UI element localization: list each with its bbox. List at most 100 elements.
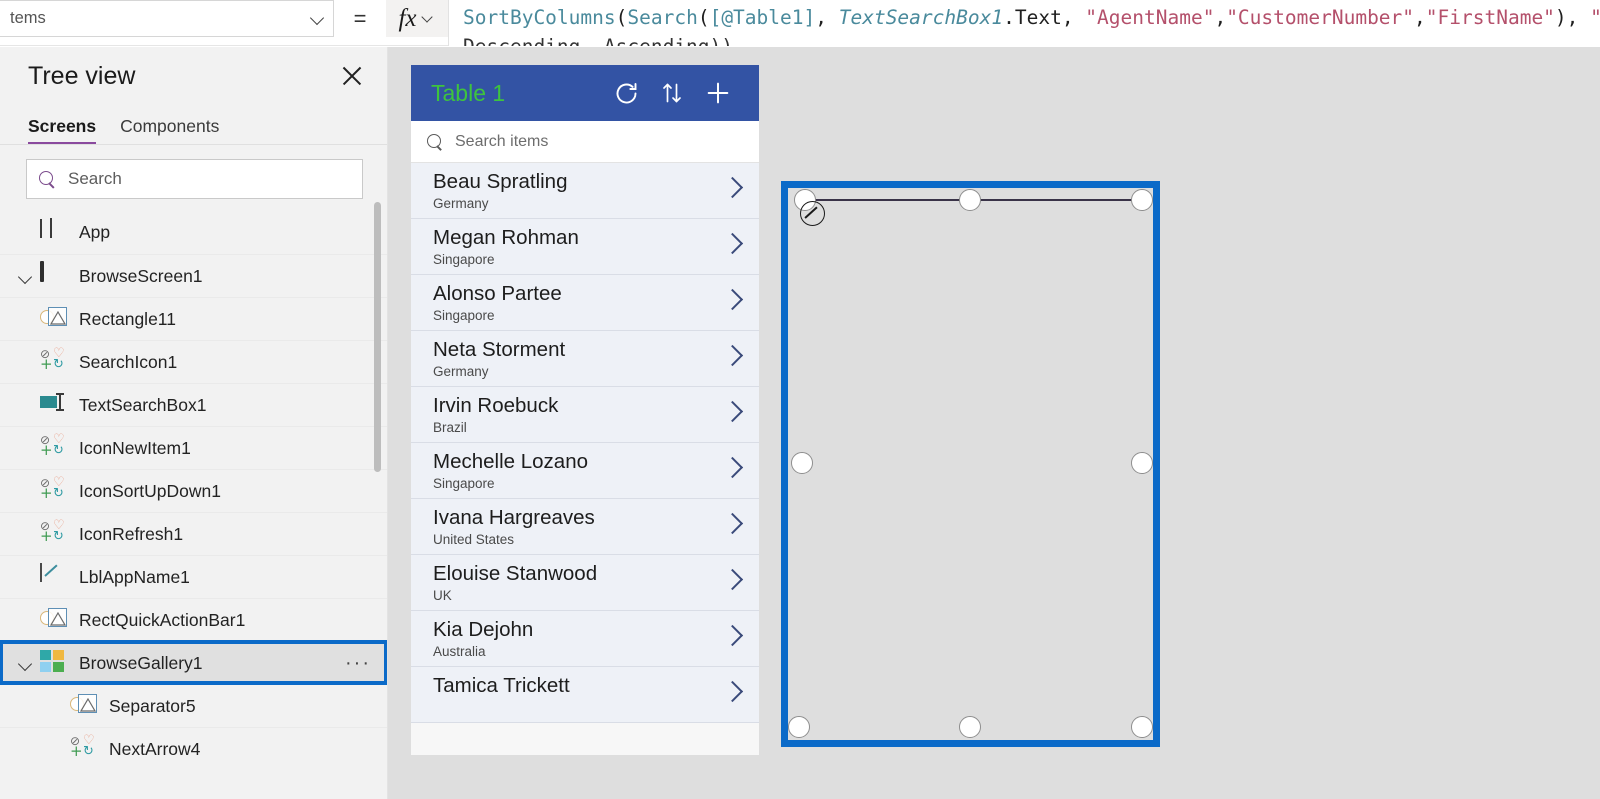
- page-title: Tree view: [28, 61, 136, 90]
- gallery-item-text: Alonso Partee Singapore: [433, 280, 723, 325]
- gallery-list-item[interactable]: Ivana Hargreaves United States: [411, 499, 759, 555]
- next-arrow-icon[interactable]: [723, 450, 745, 486]
- tab-screens[interactable]: Screens: [28, 116, 97, 144]
- gallery-list-item[interactable]: Megan Rohman Singapore: [411, 219, 759, 275]
- formula-line-1: SortByColumns(Search([@Table1], TextSear…: [463, 3, 1600, 32]
- next-arrow-icon[interactable]: [723, 562, 745, 598]
- next-arrow-icon[interactable]: [723, 394, 745, 430]
- gallery-item-text: Beau Spratling Germany: [433, 168, 723, 213]
- tree-item-rectangle11[interactable]: Rectangle11: [0, 297, 387, 340]
- tree-item-iconnewitem1[interactable]: ⊘ ♡ + ↻ IconNewItem1: [0, 426, 387, 469]
- tree-item-app[interactable]: App: [0, 211, 387, 254]
- next-arrow-icon[interactable]: [723, 506, 745, 542]
- gallery-item-country: Singapore: [433, 252, 495, 267]
- resize-handle-bottom-right[interactable]: [1131, 716, 1153, 738]
- gallery-item-name: Mechelle Lozano: [433, 450, 588, 473]
- app-icon: [40, 218, 70, 246]
- tree-item-separator5[interactable]: Separator5: [0, 684, 387, 727]
- resize-handle-top-center[interactable]: [959, 189, 981, 211]
- tree-item-browsegallery1[interactable]: BrowseGallery1 ···: [0, 640, 387, 685]
- next-arrow-icon[interactable]: [723, 618, 745, 654]
- next-arrow-icon[interactable]: [723, 170, 745, 206]
- gallery-list-item[interactable]: Tamica Trickett: [411, 667, 759, 723]
- chevron-down-icon[interactable]: [14, 255, 40, 298]
- fx-button[interactable]: fx: [386, 0, 448, 37]
- tree-item-nextarrow4[interactable]: ⊘ ♡ + ↻ NextArrow4: [0, 727, 387, 770]
- app-search-placeholder: Search items: [455, 132, 549, 150]
- sort-updown-icon[interactable]: [649, 70, 695, 116]
- gallery-item-name: Kia Dejohn: [433, 618, 534, 641]
- tree-item-iconsortupdown1[interactable]: ⊘ ♡ + ↻ IconSortUpDown1: [0, 469, 387, 512]
- edit-pencil-icon: [800, 201, 825, 226]
- gallery-list-item[interactable]: Mechelle Lozano Singapore: [411, 443, 759, 499]
- formula-token: ,: [1414, 6, 1426, 29]
- tree-item-lblappname1[interactable]: LblAppName1: [0, 555, 387, 598]
- tree-item-browsescreen1[interactable]: BrowseScreen1: [0, 254, 387, 297]
- formula-token: ,: [1061, 6, 1086, 29]
- formula-token: ,: [815, 6, 839, 29]
- resize-handle-bottom-center[interactable]: [959, 716, 981, 738]
- formula-input[interactable]: SortByColumns(Search([@Table1], TextSear…: [448, 0, 1600, 46]
- next-arrow-icon[interactable]: [723, 226, 745, 262]
- control-icon: ⊘ ♡ + ↻: [40, 475, 65, 502]
- formula-token: [@Table1]: [709, 6, 816, 29]
- add-icon[interactable]: [695, 70, 741, 116]
- gallery-item-country: Singapore: [433, 308, 495, 323]
- formula-token: ,: [1566, 6, 1591, 29]
- resize-handle-middle-left[interactable]: [791, 452, 813, 474]
- tab-components[interactable]: Components: [120, 116, 219, 144]
- property-dropdown[interactable]: tems: [0, 0, 334, 37]
- gallery-list-item[interactable]: Kia Dejohn Australia: [411, 611, 759, 667]
- tree-item-textsearchbox1[interactable]: TextSearchBox1: [0, 383, 387, 426]
- tree-item-list: App BrowseScreen1 Rectangle11 ⊘ ♡ + ↻ SearchIco…: [0, 211, 387, 799]
- formula-line-2: Descending, Ascending)): [463, 32, 1600, 46]
- resize-handle-top-right[interactable]: [1131, 189, 1153, 211]
- chevron-down-icon[interactable]: [14, 642, 40, 685]
- tree-scrollbar[interactable]: [374, 202, 381, 472]
- control-icon: ⊘ ♡ + ↻: [40, 518, 65, 545]
- app-search-box[interactable]: Search items: [411, 121, 759, 163]
- next-arrow-icon[interactable]: [723, 338, 745, 374]
- search-input[interactable]: [66, 168, 350, 190]
- gallery-item-country: Singapore: [433, 476, 495, 491]
- gallery-item-text: Kia Dejohn Australia: [433, 616, 723, 661]
- gallery-item-name: Ivana Hargreaves: [433, 506, 595, 529]
- gallery-item-name: Tamica Trickett: [433, 674, 570, 697]
- gallery-list-item[interactable]: Alonso Partee Singapore: [411, 275, 759, 331]
- tree-item-searchicon1[interactable]: ⊘ ♡ + ↻ SearchIcon1: [0, 340, 387, 383]
- close-icon[interactable]: [337, 61, 367, 91]
- gallery-item-country: Australia: [433, 644, 486, 659]
- resize-handle-bottom-left[interactable]: [788, 716, 810, 738]
- tree-item-rectquickactionbar1[interactable]: RectQuickActionBar1: [0, 598, 387, 641]
- formula-token: Search: [627, 6, 698, 29]
- gallery-icon: [40, 650, 70, 676]
- tree-item-iconrefresh1[interactable]: ⊘ ♡ + ↻ IconRefresh1: [0, 512, 387, 555]
- gallery-list-item[interactable]: Beau Spratling Germany: [411, 163, 759, 219]
- next-arrow-icon[interactable]: [723, 674, 745, 710]
- tree-item-label: IconNewItem1: [79, 437, 191, 458]
- tree-search-box[interactable]: [26, 159, 363, 199]
- tree-item-label: TextSearchBox1: [79, 394, 207, 415]
- control-icon: ⊘ ♡ + ↻: [40, 432, 65, 459]
- gallery-list-item[interactable]: Elouise Stanwood UK: [411, 555, 759, 611]
- tree-item-overflow-menu[interactable]: ···: [345, 653, 371, 673]
- resize-handle-middle-right[interactable]: [1131, 452, 1153, 474]
- next-arrow-icon[interactable]: [723, 282, 745, 318]
- tree-view-panel: Tree view Screens Components App BrowseSc…: [0, 47, 388, 799]
- gallery-item-country: Brazil: [433, 420, 467, 435]
- gallery-list-item[interactable]: Neta Storment Germany: [411, 331, 759, 387]
- gallery-item-name: Megan Rohman: [433, 226, 579, 249]
- chevron-down-icon: [311, 12, 325, 26]
- shape-icon: [40, 607, 70, 633]
- tree-item-label: Separator5: [109, 695, 196, 716]
- formula-token: "FirstName": [1425, 6, 1555, 29]
- formula-token: ,: [1214, 6, 1227, 29]
- refresh-icon[interactable]: [603, 70, 649, 116]
- gallery-item-text: Megan Rohman Singapore: [433, 224, 723, 269]
- gallery-list-item[interactable]: Irvin Roebuck Brazil: [411, 387, 759, 443]
- tree-item-label: BrowseScreen1: [79, 265, 203, 286]
- tree-item-label: App: [79, 222, 111, 242]
